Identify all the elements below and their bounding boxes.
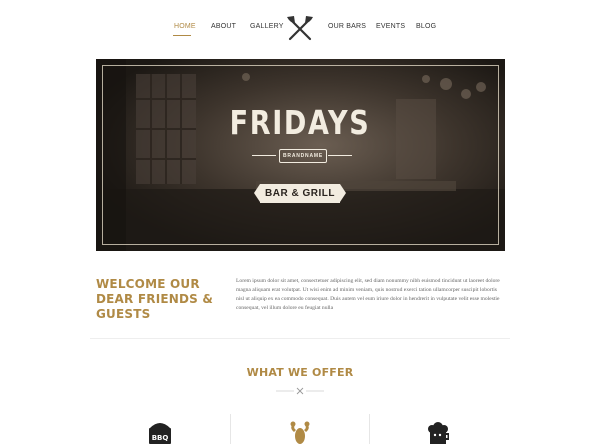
- nav-our-bars[interactable]: OUR BARS: [328, 23, 366, 30]
- ornament-divider-icon: [276, 387, 324, 395]
- brand-badge: BRANDNAME: [279, 149, 327, 163]
- section-divider: [90, 338, 510, 339]
- bbq-label: BBQ: [152, 434, 169, 442]
- lobster-icon: [290, 421, 310, 444]
- badge-line-left: [252, 155, 276, 156]
- hero-ribbon: BAR & GRILL: [254, 184, 346, 203]
- beer-mug-icon: [428, 422, 449, 444]
- badge-line-right: [328, 155, 352, 156]
- hero-title: FRIDAYS: [229, 103, 371, 142]
- nav-events[interactable]: EVENTS: [376, 23, 405, 30]
- nav-blog[interactable]: BLOG: [416, 23, 436, 30]
- main-navigation: HOME ABOUT GALLERY OUR BARS EVENTS BLOG: [0, 0, 600, 52]
- welcome-text: Lorem ipsum dolor sit amet, consectetuer…: [236, 278, 500, 311]
- nav-home[interactable]: HOME: [174, 23, 196, 30]
- welcome-heading: WELCOME OUR DEAR FRIENDS & GUESTS: [96, 277, 214, 321]
- offer-heading: WHAT WE OFFER: [246, 366, 354, 379]
- nav-active-underline: [173, 35, 191, 36]
- column-separator: [230, 414, 231, 444]
- nav-about[interactable]: ABOUT: [211, 23, 236, 30]
- bbq-grill-icon: BBQ: [149, 423, 171, 444]
- nav-gallery[interactable]: GALLERY: [250, 23, 284, 30]
- column-separator: [369, 414, 370, 444]
- crossed-axes-icon[interactable]: [286, 15, 314, 41]
